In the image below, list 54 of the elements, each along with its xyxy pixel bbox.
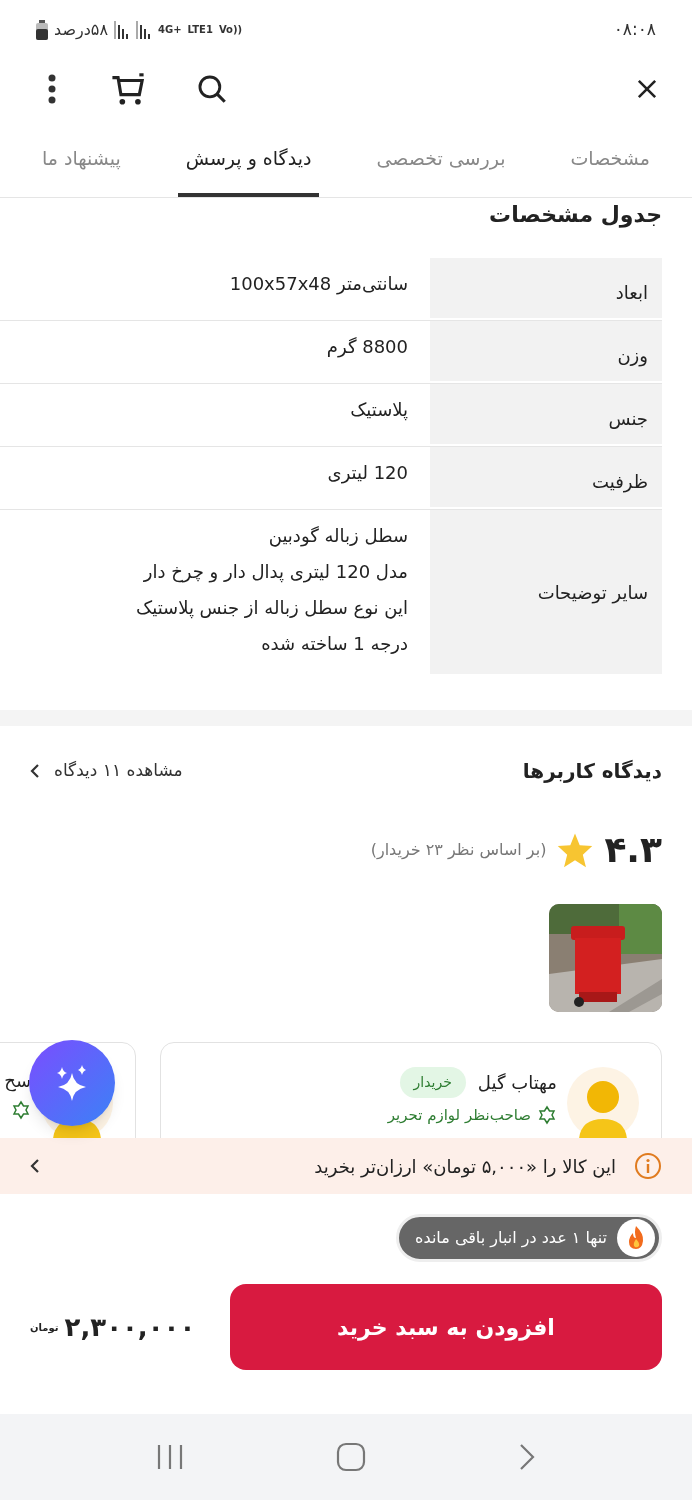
info-icon xyxy=(634,1152,662,1180)
spec-value: مدل 120 لیتری پدال دار و چرخ دار xyxy=(142,560,408,585)
spec-label: وزن xyxy=(430,321,662,383)
tab[interactable]: پیشنهاد ما xyxy=(34,118,129,197)
banner-text: این کالا را «۵,۰۰۰ تومان» ارزان‌تر بخرید xyxy=(313,1154,616,1180)
spec-value: سانتی‌متر 100x57x48 xyxy=(228,272,408,297)
cart-icon xyxy=(109,72,147,106)
spec-label: سایر توضیحات xyxy=(430,510,662,676)
add-to-cart-button[interactable]: افزودن به سبد خرید xyxy=(230,1284,662,1370)
home-icon[interactable] xyxy=(336,1442,366,1472)
tab[interactable]: مشخصات xyxy=(562,118,658,197)
spec-value: 8800 گرم xyxy=(325,335,408,360)
spec-value: پلاستیک xyxy=(349,398,408,423)
spec-label: ظرفیت xyxy=(430,447,662,509)
fire-icon xyxy=(617,1219,655,1257)
more-icon xyxy=(48,74,56,104)
see-all-link[interactable]: مشاهده ۱۱ دیدگاه xyxy=(30,758,183,784)
assistant-button[interactable] xyxy=(29,1040,115,1126)
reviewer-name: سح xyxy=(4,1069,31,1094)
avatar-icon xyxy=(567,1067,639,1138)
chevron-icon xyxy=(30,1158,40,1174)
spec-value: سطل زباله گودبین xyxy=(267,524,408,549)
stock-text: تنها ۱ عدد در انبار باقی مانده xyxy=(415,1227,607,1250)
award-icon xyxy=(11,1100,31,1120)
tab[interactable]: بررسی تخصصی xyxy=(368,118,514,197)
back-icon[interactable] xyxy=(518,1442,536,1472)
chevron-icon xyxy=(30,763,40,779)
award-text: صاحب‌نظر لوازم تحریر xyxy=(387,1105,531,1126)
spec-value: این نوع سطل زباله از جنس پلاستیک xyxy=(135,596,408,621)
signal-icon xyxy=(136,21,153,39)
discount-banner[interactable]: این کالا را «۵,۰۰۰ تومان» ارزان‌تر بخرید xyxy=(0,1138,692,1194)
recents-icon[interactable] xyxy=(156,1443,184,1471)
network-label: Vo)) xyxy=(218,25,243,35)
spec-label: ابعاد xyxy=(430,258,662,320)
section-title: دیدگاه کاربرها xyxy=(522,758,662,785)
currency: تومان xyxy=(30,1320,59,1335)
signal-icon xyxy=(114,21,131,39)
spec-value: 120 لیتری xyxy=(326,461,408,486)
price: ۲,۳۰۰,۰۰۰ xyxy=(64,1310,196,1344)
tab[interactable]: دیدگاه و پرسش xyxy=(177,118,320,197)
buyer-badge: خریدار xyxy=(399,1067,466,1098)
battery-icon xyxy=(36,20,48,40)
network-label: 4G+ xyxy=(158,25,182,35)
reviewer-name: مهتاب گیل xyxy=(477,1071,557,1096)
section-title: جدول مشخصات xyxy=(488,201,662,230)
battery-text: ۵۸درصد xyxy=(54,19,109,41)
network-label: LTE1 xyxy=(187,25,213,35)
clock: ۰۸:۰۸ xyxy=(613,18,656,42)
spec-label: جنس xyxy=(430,384,662,446)
rating-note: (بر اساس نظر ۲۳ خریدار) xyxy=(370,839,547,862)
rating-value: ۴.۳ xyxy=(604,832,662,868)
spec-value: درجه 1 ساخته شده xyxy=(260,632,408,656)
star-icon xyxy=(556,832,595,868)
award-icon xyxy=(537,1105,557,1126)
